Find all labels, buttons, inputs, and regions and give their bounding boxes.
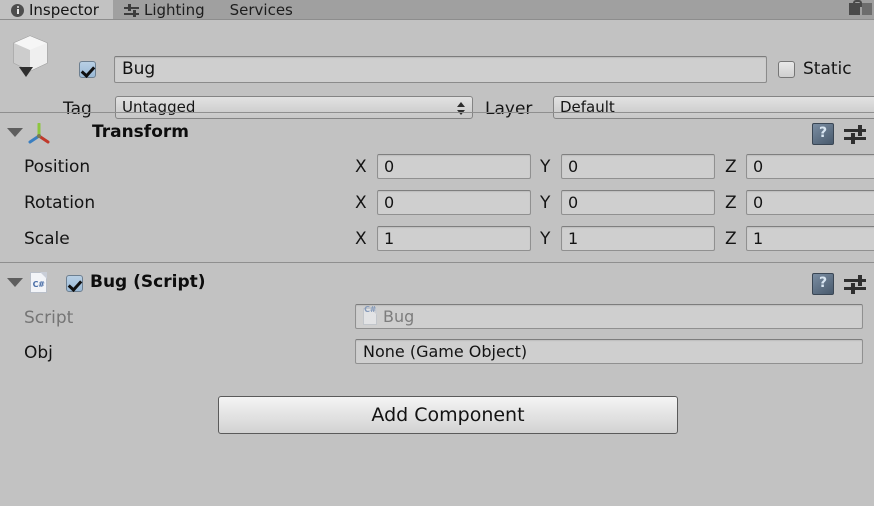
tab-lighting-label: Lighting: [143, 0, 205, 19]
gameobject-name-input[interactable]: Bug: [114, 56, 767, 83]
script-object-field: C# Bug: [355, 304, 863, 329]
chevron-updown-icon: [457, 101, 465, 116]
tab-lighting[interactable]: Lighting: [113, 0, 219, 19]
chevron-down-icon[interactable]: [7, 128, 23, 137]
component-separator: [0, 262, 874, 263]
layer-label: Layer: [485, 99, 533, 119]
checkbox-checked-icon: [66, 275, 83, 292]
tab-services[interactable]: Services: [219, 0, 307, 19]
component-title-transform: Transform: [92, 122, 189, 142]
scale-z-input[interactable]: 1: [746, 226, 874, 251]
component-actions-transform: [812, 123, 866, 145]
obj-object-field-value: None (Game Object): [363, 342, 528, 361]
rotation-x-axis-label: X: [355, 193, 367, 213]
position-x-input[interactable]: 0: [377, 154, 531, 179]
script-field-label: Script: [24, 308, 74, 328]
position-x-axis-label: X: [355, 157, 367, 177]
gameobject-enabled-checkbox[interactable]: [79, 61, 96, 82]
tag-label: Tag: [63, 99, 92, 119]
tag-dropdown-value: Untagged: [122, 98, 196, 116]
csharp-script-icon-label: C#: [32, 280, 45, 289]
component-separator: [0, 112, 874, 113]
settings-sliders-icon[interactable]: [844, 274, 866, 294]
lighting-icon: [123, 3, 139, 17]
static-toggle[interactable]: Static: [778, 59, 852, 79]
layer-dropdown[interactable]: Default: [553, 96, 874, 119]
lock-icon[interactable]: [849, 0, 862, 15]
rotation-x-input[interactable]: 0: [377, 190, 531, 215]
position-z-axis-label: Z: [725, 157, 737, 177]
bug-script-row-script: Script C# Bug: [0, 303, 874, 333]
tab-bar: Inspector Lighting Services: [0, 0, 874, 20]
add-component-button[interactable]: Add Component: [218, 396, 678, 434]
bug-script-enabled-checkbox[interactable]: [66, 275, 83, 296]
bug-script-row-obj: Obj None (Game Object): [0, 338, 874, 368]
scale-x-axis-label: X: [355, 229, 367, 249]
obj-object-field[interactable]: None (Game Object): [355, 339, 863, 364]
transform-row-position: Position X 0 Y 0 Z 0: [0, 152, 874, 182]
transform-gizmo-icon: [28, 123, 50, 144]
unity-inspector-window: Inspector Lighting Services Bug Static T…: [0, 0, 874, 506]
hamburger-menu-icon[interactable]: [862, 3, 872, 15]
position-z-input[interactable]: 0: [746, 154, 874, 179]
csharp-script-icon: C#: [363, 305, 377, 325]
component-actions-bug-script: [812, 273, 866, 295]
component-header-transform[interactable]: Transform: [0, 119, 874, 147]
rotation-z-axis-label: Z: [725, 193, 737, 213]
settings-sliders-icon[interactable]: [844, 124, 866, 144]
rotation-y-input[interactable]: 0: [561, 190, 715, 215]
help-book-icon[interactable]: [812, 123, 834, 145]
scale-y-axis-label: Y: [540, 229, 551, 249]
rotation-label: Rotation: [24, 193, 96, 213]
rotation-z-input[interactable]: 0: [746, 190, 874, 215]
layer-dropdown-value: Default: [560, 98, 615, 116]
component-title-bug-script: Bug (Script): [90, 272, 206, 292]
scale-y-input[interactable]: 1: [561, 226, 715, 251]
tab-inspector-label: Inspector: [29, 0, 99, 19]
script-object-field-value: Bug: [383, 307, 415, 326]
position-label: Position: [24, 157, 91, 177]
cube-icon[interactable]: [10, 33, 52, 77]
position-y-axis-label: Y: [540, 157, 551, 177]
csharp-script-icon-label: C#: [364, 305, 376, 314]
static-label: Static: [803, 59, 852, 79]
component-header-bug-script[interactable]: C# Bug (Script): [0, 269, 874, 297]
position-y-input[interactable]: 0: [561, 154, 715, 179]
csharp-script-icon: C#: [30, 272, 47, 293]
rotation-y-axis-label: Y: [540, 193, 551, 213]
transform-row-rotation: Rotation X 0 Y 0 Z 0: [0, 188, 874, 218]
object-header: Bug Static Tag Untagged Layer Default: [0, 20, 874, 119]
obj-field-label: Obj: [24, 343, 53, 363]
scale-z-axis-label: Z: [725, 229, 737, 249]
tab-bar-controls: [849, 0, 872, 15]
scale-x-input[interactable]: 1: [377, 226, 531, 251]
scale-label: Scale: [24, 229, 70, 249]
checkbox-checked-icon: [79, 61, 96, 78]
chevron-down-icon[interactable]: [7, 278, 23, 287]
tab-inspector[interactable]: Inspector: [0, 0, 113, 19]
inspector-icon: [11, 3, 24, 17]
tab-services-label: Services: [229, 0, 293, 19]
checkbox-unchecked-icon: [778, 60, 795, 78]
tag-dropdown[interactable]: Untagged: [115, 96, 473, 119]
help-book-icon[interactable]: [812, 273, 834, 295]
transform-row-scale: Scale X 1 Y 1 Z 1: [0, 224, 874, 254]
